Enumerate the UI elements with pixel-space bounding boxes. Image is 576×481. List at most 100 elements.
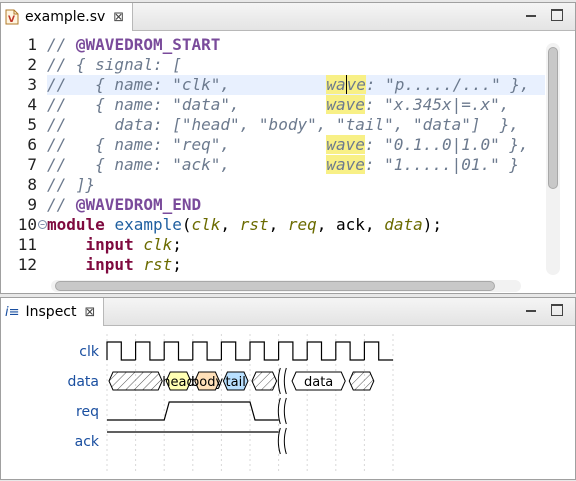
code-line[interactable]: // { signal: [ (47, 55, 545, 75)
code-token: req (287, 215, 317, 234)
code-token: // { name: "clk", (47, 75, 327, 94)
maximize-icon[interactable] (551, 304, 563, 316)
code-token: ; (172, 255, 182, 274)
data-value-label: tail (226, 375, 246, 390)
inspect-pane: i≡ Inspect ⊠ clk data head body tail data req a… (0, 297, 576, 480)
waveform-view: clk data head body tail data req ack (5, 332, 565, 477)
code-line[interactable]: module example(clk, rst, req, ack, data)… (47, 215, 545, 235)
gap-mark (277, 427, 287, 455)
line-number: 7 (27, 155, 37, 174)
code-token: wave (326, 95, 365, 114)
code-token: wave (326, 135, 365, 154)
tab-label: Inspect (25, 304, 77, 320)
code-line[interactable]: input rst; (47, 255, 545, 275)
line-number: 6 (27, 135, 37, 154)
line-number: 3 (27, 75, 37, 94)
undefined-segment (251, 371, 278, 391)
inspect-tabbar: i≡ Inspect ⊠ (1, 298, 575, 326)
code-text-area[interactable]: // @WAVEDROM_START// { signal: [// { nam… (47, 35, 545, 279)
code-line[interactable]: input clk; (47, 235, 545, 255)
code-token: rst (143, 255, 173, 274)
line-number: 12 (17, 255, 37, 274)
data-value-label: head (162, 375, 194, 390)
code-token: module (47, 215, 115, 234)
code-line[interactable]: // { name: "req", wave: "0.1..0|1.0" }, (47, 135, 545, 155)
tab-inspect[interactable]: i≡ Inspect ⊠ (1, 298, 105, 326)
minimize-icon[interactable] (525, 9, 537, 21)
code-line[interactable]: // @WAVEDROM_END (47, 195, 545, 215)
code-line[interactable]: // { name: "data", wave: "x.345x|=.x", (47, 95, 545, 115)
line-number: 1 (27, 35, 37, 54)
line-number: 10− (1, 215, 47, 235)
code-token: rst (239, 215, 269, 234)
code-token: , ack, (316, 215, 385, 234)
code-token: data (384, 215, 423, 234)
code-token: ); (422, 215, 442, 234)
data-value-label: data (304, 375, 333, 390)
signal-label-clk: clk (79, 344, 100, 360)
code-line[interactable]: // { name: "ack", wave: "1.....|01." } (47, 155, 545, 175)
waveform-canvas: clk data headbody tail data req ack (67, 332, 394, 472)
code-token: // ]} (47, 175, 96, 194)
signal-label-req: req (76, 404, 99, 420)
code-token: // { name: "req", (47, 135, 327, 154)
code-token: wave (326, 155, 365, 174)
code-token: clk (191, 215, 221, 234)
data-value-label: body (191, 375, 223, 390)
close-icon[interactable]: ⊠ (113, 10, 124, 25)
code-token: : "x.345x|=.x", (364, 95, 510, 114)
code-token: : "0.1..0|1.0" }, (364, 135, 529, 154)
signal-label-ack: ack (75, 434, 100, 450)
code-token: : "1.....|01." } (364, 155, 520, 174)
close-icon[interactable]: ⊠ (85, 305, 96, 320)
line-number: 9 (27, 195, 37, 214)
line-number: 4 (27, 95, 37, 114)
tab-label: example.sv (25, 9, 106, 25)
code-line[interactable]: // data: ["head", "body", "tail", "data"… (47, 115, 545, 135)
code-token: clk (143, 235, 173, 254)
code-token: input (47, 235, 144, 254)
code-token: // (47, 35, 76, 54)
undefined-segment (348, 371, 375, 391)
horizontal-scrollbar[interactable] (51, 280, 521, 292)
editor-pane: V example.sv ⊠ 1 2 3 4 5 6 7 8 9 10−11 12 // @WAVE… (0, 2, 576, 294)
line-number: 11 (17, 235, 37, 254)
systemverilog-file-icon: V (5, 9, 19, 25)
code-line[interactable]: // ]} (47, 175, 545, 195)
minimize-icon[interactable] (525, 304, 537, 316)
code-token: , (268, 215, 288, 234)
svg-text:V: V (8, 15, 15, 25)
line-number-gutter: 1 2 3 4 5 6 7 8 9 10−11 12 (1, 35, 47, 275)
code-line[interactable]: // { name: "clk", wave: "p...../..." }, (47, 75, 545, 95)
line-number: 8 (27, 175, 37, 194)
horizontal-scrollbar-thumb[interactable] (55, 281, 495, 291)
gap-mark (277, 397, 287, 425)
code-token: ; (172, 235, 182, 254)
editor-tabbar: V example.sv ⊠ (1, 3, 575, 31)
code-token: input (47, 255, 144, 274)
code-token: // { name: "ack", (47, 155, 327, 174)
line-number: 2 (27, 55, 37, 74)
vertical-scrollbar-thumb[interactable] (548, 47, 558, 189)
inspect-icon: i≡ (5, 304, 20, 320)
code-token: ve (346, 75, 366, 94)
code-token: wa (326, 75, 346, 94)
maximize-icon[interactable] (551, 9, 563, 21)
code-line[interactable]: // @WAVEDROM_START (47, 35, 545, 55)
code-token: @WAVEDROM_END (75, 195, 202, 214)
vertical-scrollbar[interactable] (546, 43, 560, 275)
undefined-segment (108, 371, 163, 391)
tab-example-sv[interactable]: V example.sv ⊠ (1, 3, 134, 31)
code-token: : "p...../..." }, (365, 75, 530, 94)
fold-toggle-icon[interactable]: − (38, 220, 47, 229)
code-token: // data: ["head", "body", "tail", "data"… (47, 115, 520, 134)
line-number: 5 (27, 115, 37, 134)
code-token: , (220, 215, 240, 234)
signal-label-data: data (67, 374, 99, 390)
clk-wave (106, 341, 393, 361)
code-token: // { name: "data", (47, 95, 327, 114)
code-token: @WAVEDROM_START (75, 35, 221, 54)
code-token: // (47, 195, 76, 214)
code-token: example (114, 215, 182, 234)
gap-mark (277, 367, 287, 395)
